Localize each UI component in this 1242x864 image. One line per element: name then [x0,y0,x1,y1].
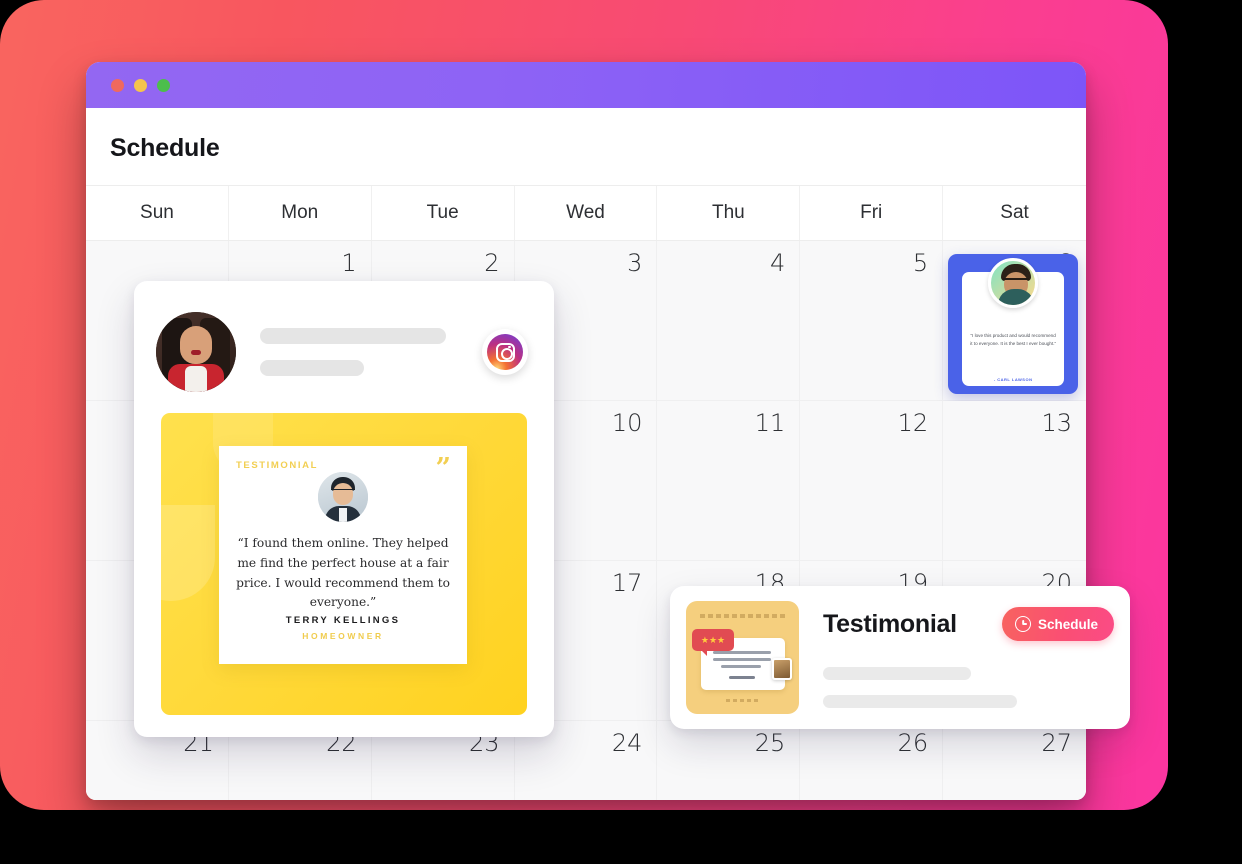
avatar-body [998,289,1035,305]
avatar-face [180,326,212,364]
event-card-quote: “I love this product and would recommend… [970,333,1057,347]
schedule-row-title: Testimonial [823,609,957,638]
day-cell-with-event[interactable]: 6 “I love this product and would recomme… [943,241,1086,401]
thumbnail-bottom-label [726,699,758,702]
day-cell[interactable]: 12 [800,401,944,561]
event-card-blue-testimonial[interactable]: “I love this product and would recommend… [948,254,1079,394]
day-cell[interactable]: 5 [800,241,944,401]
minimize-button[interactable] [134,78,147,92]
clock-icon [1014,616,1031,632]
day-number: 27 [1041,729,1072,757]
day-number: 1 [341,249,357,277]
day-number: 25 [754,729,786,757]
avatar-glasses [1003,278,1030,285]
placeholder-line-secondary [260,360,364,376]
day-number: 12 [897,409,929,437]
avatar-glasses [331,489,355,495]
window-titlebar [86,62,1086,108]
thumbnail-text-line [721,665,761,668]
day-number: 2 [484,249,500,277]
day-cell[interactable]: 11 [657,401,801,561]
instagram-glyph [487,334,523,370]
screenshot-stage: Schedule Sun Mon Tue Wed Thu Fri Sat 1 2… [0,0,1242,864]
weekday-sun: Sun [86,186,229,240]
testimonial-author-role: HOMEOWNER [302,631,384,641]
page-title: Schedule [86,108,1086,185]
weekday-sat: Sat [1000,202,1029,223]
day-number: 13 [1041,409,1072,437]
thumbnail-text-line [713,658,771,661]
weekday-mon: Mon [229,186,372,240]
instagram-camera-shape [495,342,515,362]
day-cell[interactable]: 4 [657,241,801,401]
day-cell[interactable]: 25 [657,721,801,800]
placeholder-line-primary [260,328,446,344]
testimonial-author-name: TERRY KELLINGS [285,615,401,626]
event-card-avatar [988,258,1039,308]
thumbnail-text-line [729,676,755,679]
testimonial-thumbnail[interactable]: ★★★ [686,601,799,714]
day-number: 5 [912,249,929,277]
rating-bubble: ★★★ [692,629,734,656]
testimonial-avatar [318,472,368,522]
testimonial-graphic: TESTIMONIAL ” “I found them online. They… [161,413,527,715]
star-rating-icon: ★★★ [700,634,726,645]
instagram-post-header [134,281,554,401]
day-number: 4 [770,249,786,277]
close-button[interactable] [111,78,124,92]
quote-mark-icon: ” [435,453,451,484]
avatar [156,312,236,392]
weekday-tue: Tue [372,186,515,240]
day-number: 17 [611,569,643,597]
thumbnail-top-label [700,614,785,618]
testimonial-inner-panel: TESTIMONIAL ” “I found them online. They… [219,446,467,664]
day-cell[interactable]: 27 [943,721,1086,800]
day-cell[interactable]: 26 [800,721,944,800]
post-placeholder-lines [260,328,482,376]
weekday-fri: Fri [800,186,944,240]
day-number: 3 [627,249,643,277]
weekday-thu: Thu [657,186,801,240]
description-placeholder-line-1 [823,667,971,680]
avatar-lips [191,350,201,355]
day-cell[interactable]: 13 [943,401,1086,561]
weekday-wed: Wed [515,186,658,240]
instagram-icon[interactable] [482,329,528,375]
event-card-author: - CARL LAWSON [993,377,1033,382]
day-number: 10 [611,409,643,437]
avatar-shirt [339,508,347,522]
schedule-row-top: Testimonial Schedule [823,607,1114,641]
instagram-post-card[interactable]: TESTIMONIAL ” “I found them online. They… [134,281,554,737]
thumbnail-text-line [713,651,771,654]
thumbnail-mini-avatar [772,658,792,680]
avatar-shirt [185,366,207,392]
decor-shape-left [161,505,215,601]
day-number: 11 [754,409,786,437]
description-placeholder-line-2 [823,695,1017,708]
calendar-weekday-header: Sun Mon Tue Wed Thu Fri Sat [86,185,1086,241]
testimonial-quote: “I found them online. They helped me fin… [236,536,450,610]
day-number: 26 [897,729,929,757]
schedule-row-card[interactable]: ★★★ Testimonial Schedule [670,586,1130,729]
schedule-button[interactable]: Schedule [1001,607,1114,641]
schedule-row-body: Testimonial Schedule [823,607,1114,708]
maximize-button[interactable] [157,78,170,92]
testimonial-label: TESTIMONIAL [236,460,318,471]
schedule-button-label: Schedule [1037,616,1098,632]
day-number: 24 [611,729,643,757]
